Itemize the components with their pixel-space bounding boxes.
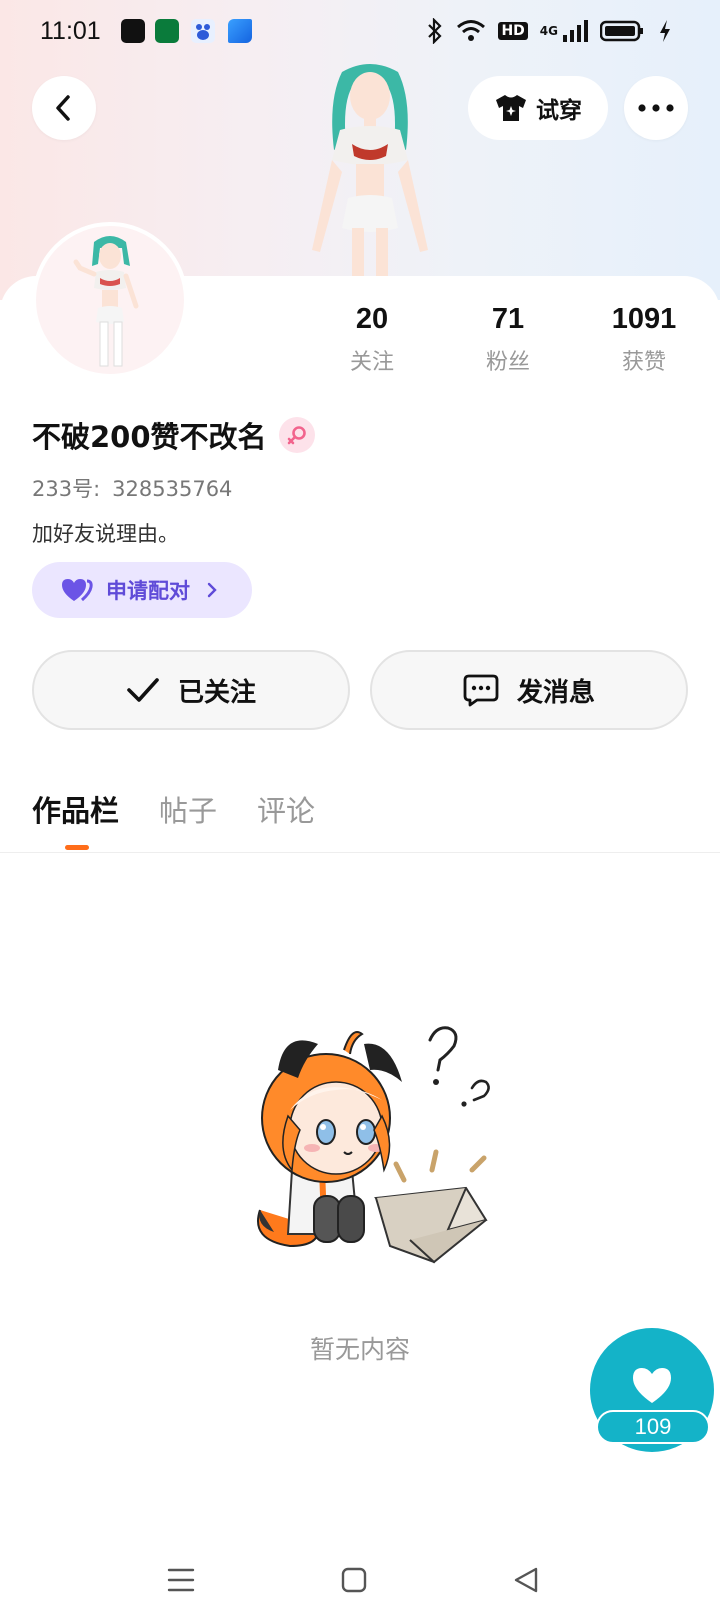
baidu-icon <box>191 19 215 43</box>
avatar-figure <box>73 236 139 367</box>
double-heart-icon <box>62 579 93 602</box>
cooo-icon <box>155 19 179 43</box>
username: 不破200赞不改名 <box>32 420 267 454</box>
tshirt-icon <box>496 95 526 121</box>
user-id-label: 233号: <box>32 477 101 501</box>
more-button[interactable] <box>624 76 688 140</box>
stat-following[interactable]: 20 关注 <box>304 303 440 376</box>
profile-stats: 20 关注 71 粉丝 1091 获赞 <box>304 303 712 376</box>
user-id-value: 328535764 <box>112 477 233 501</box>
status-bar: 11:01 HD 4G <box>0 0 720 64</box>
tab-comments[interactable]: 评论 <box>257 788 315 830</box>
stat-value: 20 <box>355 303 389 335</box>
menu-icon[interactable] <box>166 1566 196 1594</box>
checkmark-icon <box>127 678 159 702</box>
network-type: 4G <box>539 24 558 38</box>
avatar-3d-figure <box>312 64 428 280</box>
username-row: 不破200赞不改名 <box>32 414 315 456</box>
request-pair-label: 申请配对 <box>106 579 190 603</box>
charging-icon <box>660 20 670 42</box>
hd-badge: HD <box>498 22 528 40</box>
female-gender-icon <box>278 417 315 453</box>
tab-works[interactable]: 作品栏 <box>32 788 119 830</box>
system-navigation-bar <box>0 1548 720 1612</box>
stat-label: 获赞 <box>621 350 666 375</box>
send-message-button[interactable]: 发消息 <box>370 650 688 730</box>
chat-bubble-icon <box>463 674 499 707</box>
blue-app-icon <box>228 19 252 43</box>
status-indicators: HD 4G <box>426 18 672 44</box>
following-label: 已关注 <box>177 677 256 708</box>
tab-posts[interactable]: 帖子 <box>159 788 217 830</box>
stat-likes[interactable]: 1091 获赞 <box>576 303 712 376</box>
tabs-divider <box>0 852 720 853</box>
active-tab-indicator <box>65 845 89 850</box>
empty-state-illustration <box>257 1026 490 1264</box>
chevron-right-icon <box>207 582 217 598</box>
stat-value: 71 <box>491 303 525 335</box>
bluetooth-icon <box>428 18 443 44</box>
stat-value: 1091 <box>611 303 677 335</box>
back-button[interactable] <box>32 76 96 140</box>
home-icon[interactable] <box>340 1566 368 1594</box>
request-pair-button[interactable]: 申请配对 <box>32 562 252 618</box>
tiktok-icon <box>121 19 145 43</box>
more-dots-icon <box>638 104 674 112</box>
stat-label: 关注 <box>349 350 394 375</box>
following-button[interactable]: 已关注 <box>32 650 350 730</box>
like-count: 109 <box>596 1410 710 1444</box>
battery-icon <box>600 20 643 42</box>
stat-followers[interactable]: 71 粉丝 <box>440 303 576 376</box>
send-message-label: 发消息 <box>516 677 595 708</box>
try-on-label: 试穿 <box>536 98 582 124</box>
chevron-left-icon <box>56 95 70 121</box>
avatar[interactable] <box>32 222 188 378</box>
status-time: 11:01 <box>40 17 101 45</box>
try-on-button[interactable]: 试穿 <box>468 76 608 140</box>
wifi-icon <box>457 20 486 41</box>
signal-icon <box>563 20 588 42</box>
profile-bio: 加好友说理由。 <box>32 522 179 546</box>
back-nav-icon[interactable] <box>512 1566 540 1594</box>
profile-tabs: 作品栏 帖子 评论 <box>32 788 315 830</box>
user-id: 233号: 328535764 <box>32 473 232 503</box>
stat-label: 粉丝 <box>485 350 530 375</box>
heart-icon <box>633 1368 671 1403</box>
